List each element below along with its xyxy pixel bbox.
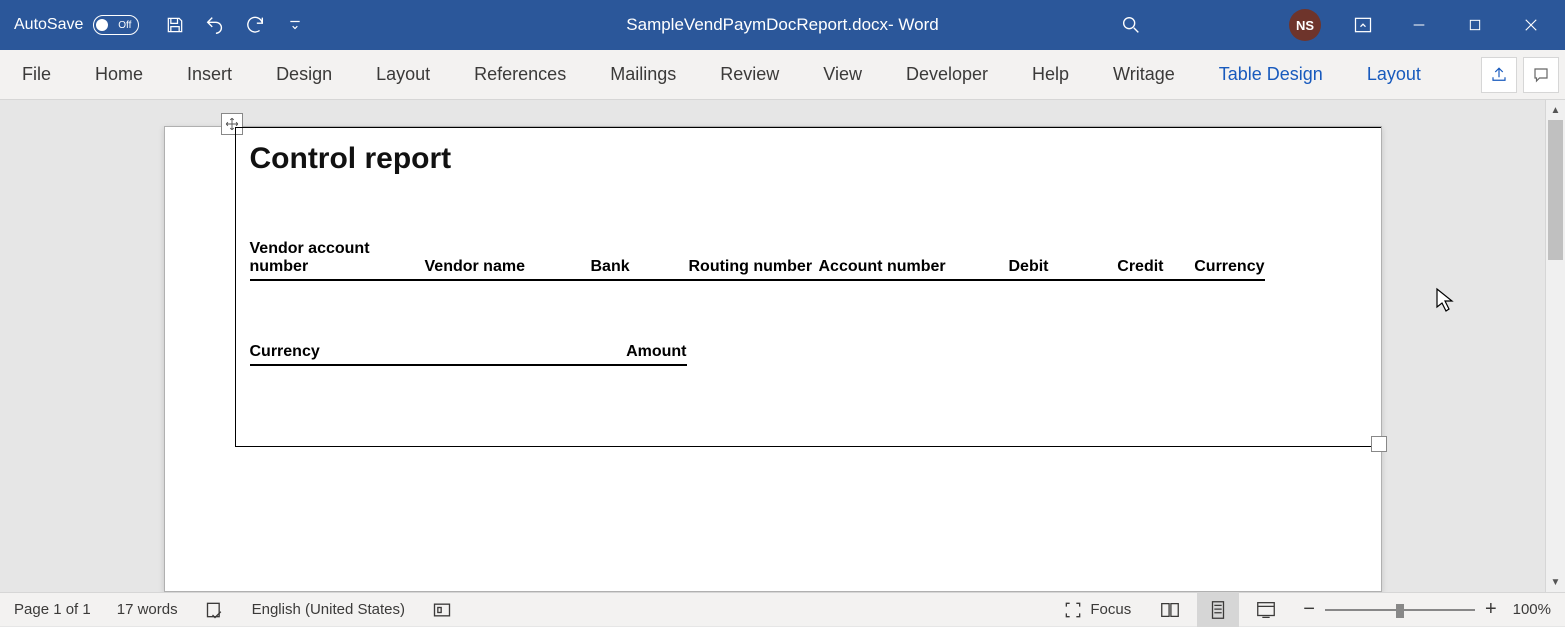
- statusbar: Page 1 of 1 17 words English (United Sta…: [0, 592, 1565, 626]
- scroll-up-icon[interactable]: ▲: [1546, 100, 1565, 120]
- tab-mailings[interactable]: Mailings: [588, 50, 698, 99]
- titlebar-right: NS: [1107, 0, 1559, 50]
- macro-icon[interactable]: [431, 599, 453, 621]
- document-name: SampleVendPaymDocReport.docx: [626, 15, 888, 35]
- tab-references[interactable]: References: [452, 50, 588, 99]
- redo-icon[interactable]: [237, 7, 273, 43]
- page[interactable]: Control report Vendor account number Ven…: [164, 126, 1382, 592]
- spellcheck-icon[interactable]: [204, 599, 226, 621]
- document-table[interactable]: Control report Vendor account number Ven…: [235, 127, 1381, 447]
- col2-amount: Amount: [565, 343, 687, 361]
- page-indicator[interactable]: Page 1 of 1: [14, 601, 91, 618]
- tab-table-design[interactable]: Table Design: [1197, 50, 1345, 99]
- workspace: Control report Vendor account number Ven…: [0, 100, 1565, 592]
- col-bank: Bank: [591, 258, 689, 276]
- col-vendor-account: Vendor account number: [250, 240, 425, 276]
- tab-design[interactable]: Design: [254, 50, 354, 99]
- undo-icon[interactable]: [197, 7, 233, 43]
- scroll-thumb[interactable]: [1548, 120, 1563, 260]
- zoom-out-icon[interactable]: −: [1303, 598, 1315, 621]
- autosave-state: Off: [118, 20, 131, 31]
- col-account: Account number: [819, 258, 969, 276]
- autosave-label: AutoSave: [14, 16, 83, 34]
- autosave-toggle[interactable]: Off: [93, 15, 139, 35]
- comments-icon[interactable]: [1523, 57, 1559, 93]
- focus-frame-icon[interactable]: [1062, 599, 1084, 621]
- zoom-slider[interactable]: − +: [1303, 598, 1496, 621]
- document-heading: Control report: [250, 142, 1367, 176]
- zoom-track[interactable]: [1325, 609, 1475, 611]
- customize-qat-icon[interactable]: [277, 7, 313, 43]
- zoom-in-icon[interactable]: +: [1485, 598, 1497, 621]
- vertical-scrollbar[interactable]: ▲ ▼: [1545, 100, 1565, 592]
- focus-label[interactable]: Focus: [1090, 601, 1131, 618]
- autosave-knob: [96, 19, 108, 31]
- col2-currency: Currency: [250, 343, 565, 361]
- status-right: Focus − + 100%: [1062, 593, 1551, 627]
- col-vendor-name: Vendor name: [425, 258, 591, 276]
- tab-view[interactable]: View: [801, 50, 884, 99]
- tab-help[interactable]: Help: [1010, 50, 1091, 99]
- word-count[interactable]: 17 words: [117, 601, 178, 618]
- document-area[interactable]: Control report Vendor account number Ven…: [0, 100, 1545, 592]
- app-name: - Word: [888, 15, 939, 35]
- language-indicator[interactable]: English (United States): [252, 601, 405, 618]
- print-layout-icon[interactable]: [1197, 593, 1239, 627]
- web-layout-icon[interactable]: [1245, 593, 1287, 627]
- tab-developer[interactable]: Developer: [884, 50, 1010, 99]
- tab-layout[interactable]: Layout: [354, 50, 452, 99]
- tab-file[interactable]: File: [0, 50, 73, 99]
- search-icon[interactable]: [1107, 0, 1155, 50]
- col-routing: Routing number: [689, 258, 819, 276]
- scroll-track[interactable]: [1546, 120, 1565, 572]
- ribbon: File Home Insert Design Layout Reference…: [0, 50, 1565, 100]
- zoom-thumb[interactable]: [1396, 604, 1404, 618]
- header-row-1: Vendor account number Vendor name Bank R…: [250, 240, 1265, 281]
- save-icon[interactable]: [157, 7, 193, 43]
- autosave[interactable]: AutoSave Off: [14, 15, 139, 35]
- ribbon-right: [1481, 57, 1559, 93]
- status-left: Page 1 of 1 17 words English (United Sta…: [14, 599, 453, 621]
- quick-access-toolbar: [157, 7, 313, 43]
- header-row-2: Currency Amount: [250, 343, 687, 366]
- table-resize-handle-icon[interactable]: [1371, 436, 1387, 452]
- maximize-icon[interactable]: [1447, 0, 1503, 50]
- tab-home[interactable]: Home: [73, 50, 165, 99]
- user-avatar[interactable]: NS: [1289, 9, 1321, 41]
- share-icon[interactable]: [1481, 57, 1517, 93]
- close-icon[interactable]: [1503, 0, 1559, 50]
- tab-writage[interactable]: Writage: [1091, 50, 1197, 99]
- minimize-icon[interactable]: [1391, 0, 1447, 50]
- tab-table-layout[interactable]: Layout: [1345, 50, 1443, 99]
- scroll-down-icon[interactable]: ▼: [1546, 572, 1565, 592]
- read-mode-icon[interactable]: [1149, 593, 1191, 627]
- window-title: SampleVendPaymDocReport.docx - Word: [626, 15, 938, 35]
- col-credit: Credit: [1049, 258, 1164, 276]
- col-debit: Debit: [969, 258, 1049, 276]
- tab-review[interactable]: Review: [698, 50, 801, 99]
- ribbon-display-icon[interactable]: [1335, 0, 1391, 50]
- tab-insert[interactable]: Insert: [165, 50, 254, 99]
- col-currency: Currency: [1164, 258, 1265, 276]
- zoom-percentage[interactable]: 100%: [1513, 601, 1551, 618]
- titlebar: AutoSave Off SampleVendPaymDocReport.doc…: [0, 0, 1565, 50]
